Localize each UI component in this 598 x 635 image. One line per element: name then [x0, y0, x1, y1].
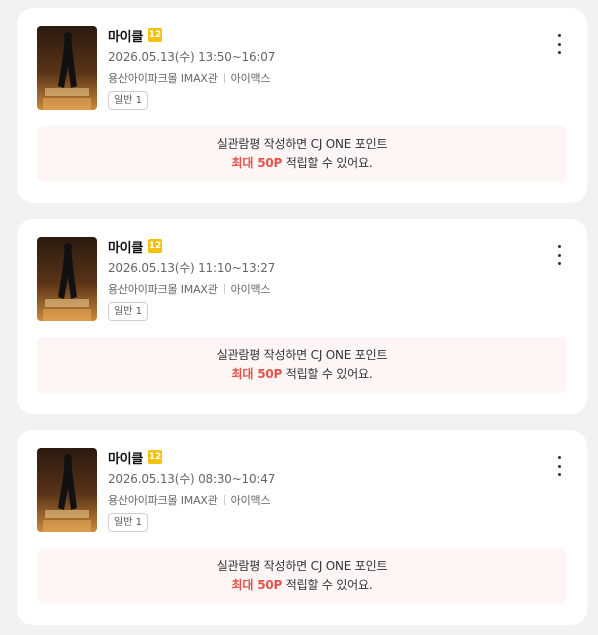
booking-info: 마이클 12 2026.05.13(수) 11:10~13:27 용산아이파크몰…	[108, 237, 275, 321]
movie-title[interactable]: 마이클	[108, 26, 143, 45]
more-vertical-icon[interactable]	[551, 245, 567, 265]
place-row: 용산아이파크몰 IMAX관 아이맥스	[108, 281, 275, 297]
age-rating-badge: 12	[147, 239, 162, 253]
divider	[223, 284, 225, 294]
promo-line1: 실관람평 작성하면 CJ ONE 포인트	[216, 559, 388, 573]
age-rating-badge: 12	[147, 450, 162, 464]
seat-badge: 일반 1	[108, 302, 148, 321]
promo-line2: 최대 50P 적립할 수 있어요.	[232, 365, 373, 384]
divider	[223, 73, 225, 83]
promo-line2-suffix: 적립할 수 있어요.	[282, 156, 373, 170]
promo-line2: 최대 50P 적립할 수 있어요.	[232, 154, 373, 173]
screen-format: 아이맥스	[230, 494, 271, 507]
divider	[223, 495, 225, 505]
promo-line2-suffix: 적립할 수 있어요.	[282, 578, 373, 592]
movie-poster[interactable]	[37, 448, 97, 532]
title-row: 마이클 12	[108, 26, 275, 45]
movie-title[interactable]: 마이클	[108, 237, 143, 256]
promo-line1: 실관람평 작성하면 CJ ONE 포인트	[216, 348, 388, 362]
booking-card: 마이클 12 2026.05.13(수) 13:50~16:07 용산아이파크몰…	[17, 8, 587, 203]
booking-card: 마이클 12 2026.05.13(수) 11:10~13:27 용산아이파크몰…	[17, 219, 587, 414]
more-vertical-icon[interactable]	[551, 34, 567, 54]
show-datetime: 2026.05.13(수) 08:30~10:47	[108, 472, 276, 486]
promo-line2-suffix: 적립할 수 있어요.	[282, 367, 373, 381]
title-row: 마이클 12	[108, 237, 275, 256]
show-datetime: 2026.05.13(수) 13:50~16:07	[108, 50, 276, 64]
place-row: 용산아이파크몰 IMAX관 아이맥스	[108, 70, 275, 86]
theater-name: 용산아이파크몰 IMAX관	[108, 494, 218, 507]
movie-title[interactable]: 마이클	[108, 448, 143, 467]
theater-name: 용산아이파크몰 IMAX관	[108, 283, 218, 296]
theater-name: 용산아이파크몰 IMAX관	[108, 72, 218, 85]
movie-poster[interactable]	[37, 237, 97, 321]
place-row: 용산아이파크몰 IMAX관 아이맥스	[108, 492, 275, 508]
more-vertical-icon[interactable]	[551, 456, 567, 476]
review-promo-banner[interactable]: 실관람평 작성하면 CJ ONE 포인트 최대 50P 적립할 수 있어요.	[37, 548, 567, 604]
booking-list: 마이클 12 2026.05.13(수) 13:50~16:07 용산아이파크몰…	[0, 0, 598, 635]
promo-line1: 실관람평 작성하면 CJ ONE 포인트	[216, 137, 388, 151]
booking-info: 마이클 12 2026.05.13(수) 08:30~10:47 용산아이파크몰…	[108, 448, 275, 532]
review-promo-banner[interactable]: 실관람평 작성하면 CJ ONE 포인트 최대 50P 적립할 수 있어요.	[37, 126, 567, 182]
review-promo-banner[interactable]: 실관람평 작성하면 CJ ONE 포인트 최대 50P 적립할 수 있어요.	[37, 337, 567, 393]
booking-card: 마이클 12 2026.05.13(수) 08:30~10:47 용산아이파크몰…	[17, 430, 587, 625]
screen-format: 아이맥스	[230, 283, 271, 296]
seat-badge: 일반 1	[108, 91, 148, 110]
booking-info: 마이클 12 2026.05.13(수) 13:50~16:07 용산아이파크몰…	[108, 26, 275, 110]
title-row: 마이클 12	[108, 448, 275, 467]
seat-badge: 일반 1	[108, 513, 148, 532]
age-rating-badge: 12	[147, 28, 162, 42]
promo-highlight: 최대 50P	[231, 578, 283, 592]
screen-format: 아이맥스	[230, 72, 271, 85]
movie-poster[interactable]	[37, 26, 97, 110]
promo-highlight: 최대 50P	[231, 367, 283, 381]
promo-line2: 최대 50P 적립할 수 있어요.	[232, 576, 373, 595]
promo-highlight: 최대 50P	[231, 156, 283, 170]
show-datetime: 2026.05.13(수) 11:10~13:27	[108, 261, 276, 275]
